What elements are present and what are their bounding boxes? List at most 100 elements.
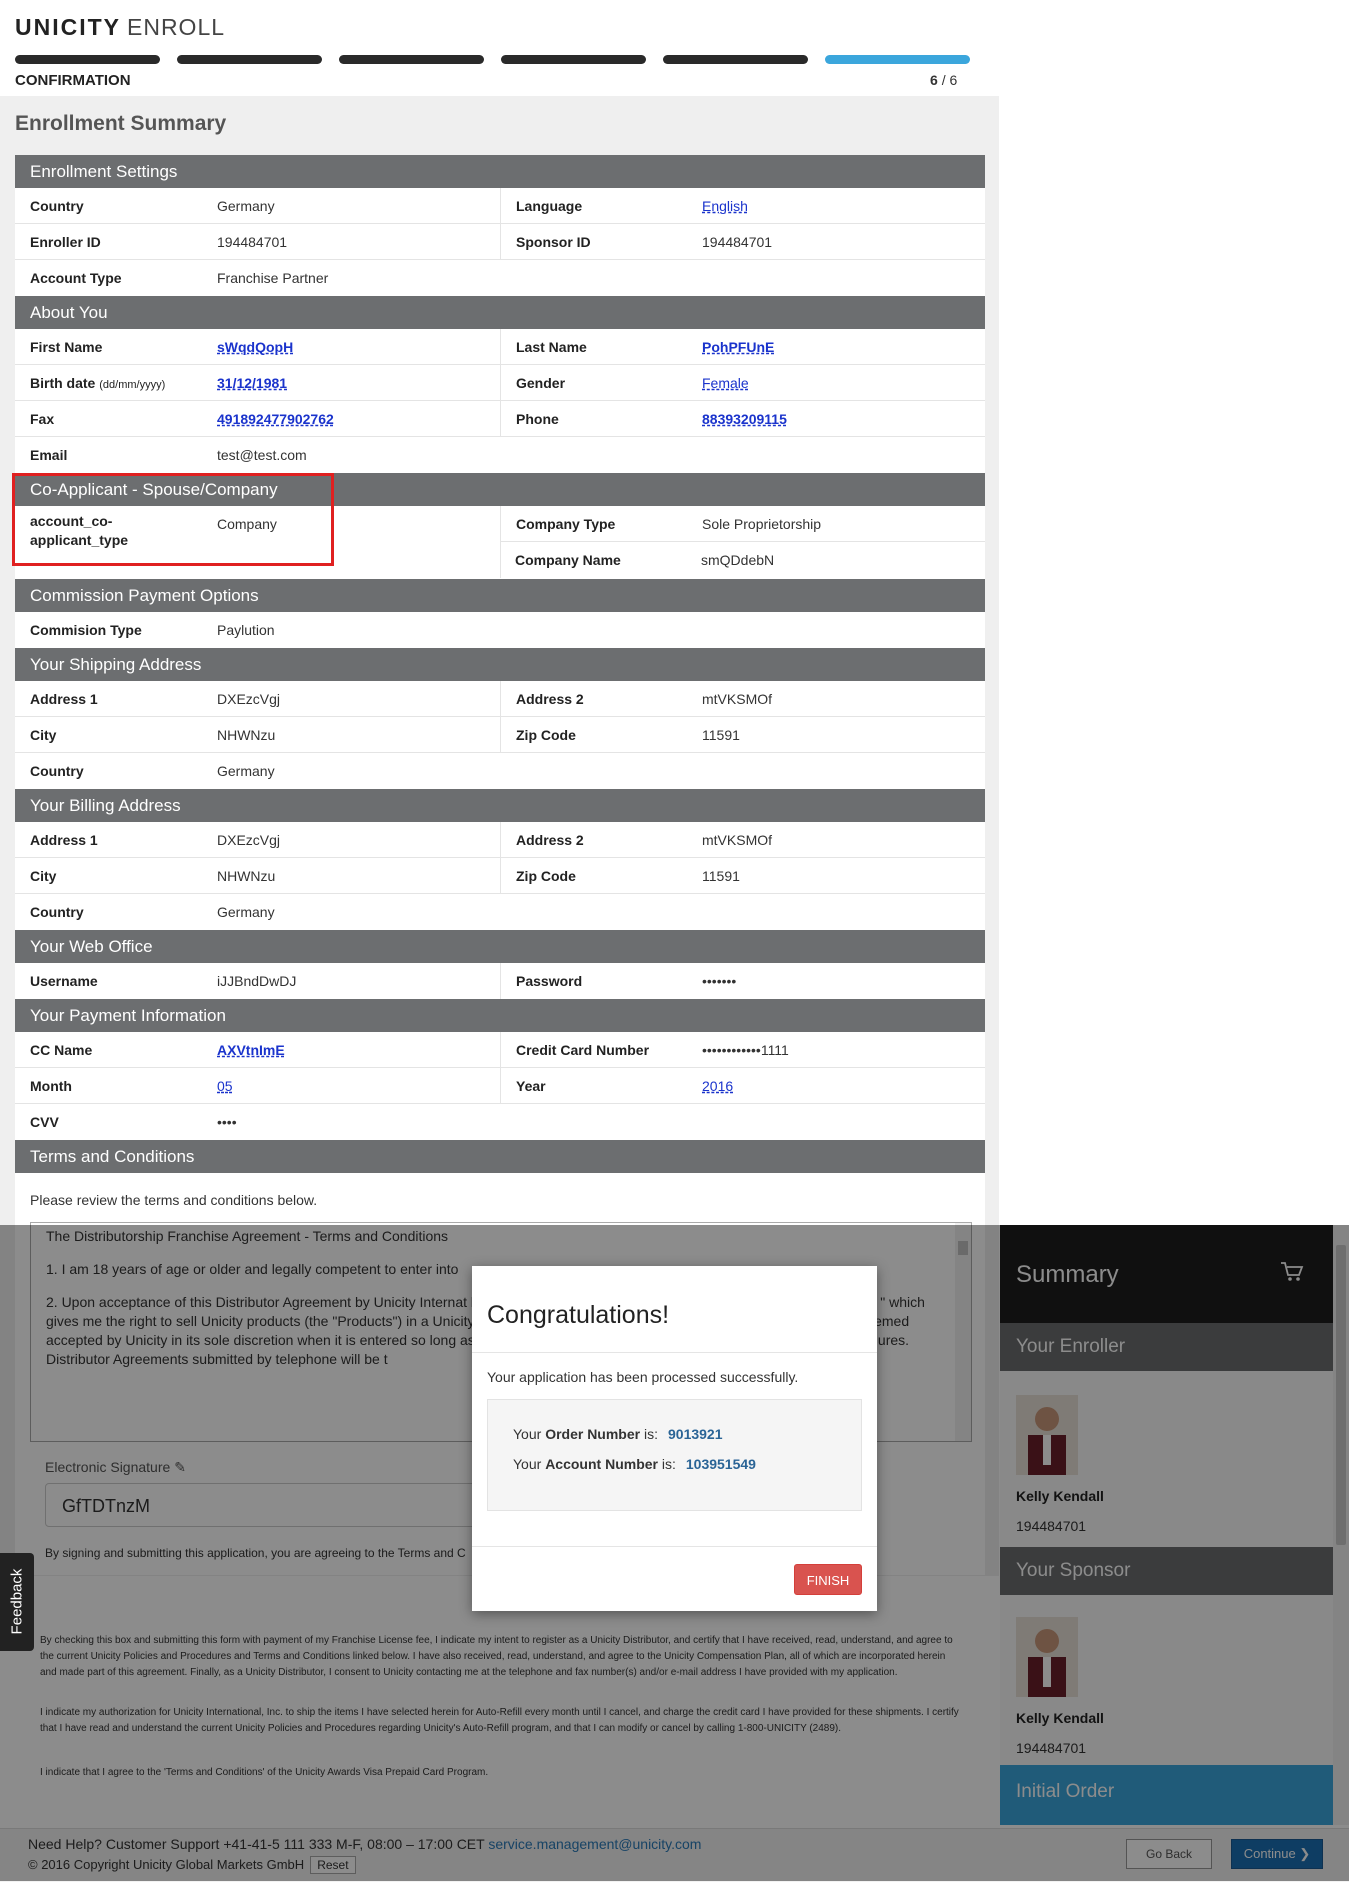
cc-name-label: CC Name <box>30 1042 93 1058</box>
table-row: City NHWNzu Zip Code 11591 <box>15 858 985 894</box>
year-label: Year <box>516 1078 546 1094</box>
gender-link[interactable]: Female <box>702 365 749 401</box>
progress-step-4 <box>501 55 646 64</box>
order-details: Your Order Number is: 9013921 Your Accoun… <box>487 1399 862 1511</box>
billing-zip-value: 11591 <box>702 868 740 884</box>
table-row: City NHWNzu Zip Code 11591 <box>15 717 985 753</box>
table-row: Country Germany <box>15 753 985 789</box>
order-number-line: Your Order Number is: 9013921 <box>513 1426 723 1442</box>
company-type-value: Sole Proprietorship <box>702 516 822 532</box>
section-terms: Terms and Conditions <box>15 1140 985 1173</box>
company-name-value: smQDdebN <box>701 552 775 568</box>
progress-step-2 <box>177 55 322 64</box>
feedback-tab[interactable]: Feedback <box>0 1553 34 1651</box>
step-count: 6 / 6 <box>930 72 958 88</box>
username-label: Username <box>30 973 98 989</box>
table-row: Email test@test.com <box>15 437 985 473</box>
billing-address2-value: mtVKSMOf <box>702 832 773 848</box>
section-enrollment-settings: Enrollment Settings <box>15 155 985 188</box>
progress-bar <box>15 55 970 64</box>
shipping-zip-label: Zip Code <box>516 727 576 743</box>
cvv-value: •••• <box>217 1114 237 1130</box>
first-name-label: First Name <box>30 339 103 355</box>
modal-message: Your application has been processed succ… <box>487 1369 799 1385</box>
table-row: Commision Type Paylution <box>15 612 985 648</box>
section-commission: Commission Payment Options <box>15 579 985 612</box>
enroller-id-label: Enroller ID <box>30 234 101 250</box>
password-value: ••••••• <box>702 973 737 989</box>
sponsor-id-label: Sponsor ID <box>516 234 591 250</box>
shipping-address2-value: mtVKSMOf <box>702 691 773 707</box>
account-type-value: Franchise Partner <box>217 270 329 286</box>
email-value: test@test.com <box>217 447 307 463</box>
shipping-address2-label: Address 2 <box>516 691 584 707</box>
logo: UNICITY ENROLL <box>15 14 225 41</box>
table-row: Country Germany <box>15 894 985 930</box>
billing-address2-label: Address 2 <box>516 832 584 848</box>
last-name-link[interactable]: PohPFUnE <box>702 329 774 365</box>
table-row: CVV •••• <box>15 1104 985 1140</box>
account-type-label: Account Type <box>30 270 122 286</box>
country-value: Germany <box>217 198 275 214</box>
commission-type-value: Paylution <box>217 622 275 638</box>
order-number: 9013921 <box>668 1426 723 1442</box>
cc-number-label: Credit Card Number <box>516 1042 650 1058</box>
month-label: Month <box>30 1078 72 1094</box>
email-label: Email <box>30 447 68 463</box>
highlight-box <box>12 473 334 566</box>
last-name-label: Last Name <box>516 339 587 355</box>
account-number: 103951549 <box>685 1456 756 1472</box>
first-name-link[interactable]: sWqdQopH <box>217 329 293 365</box>
enroller-id-value: 194484701 <box>217 234 288 250</box>
billing-address1-value: DXEzcVgj <box>217 832 281 848</box>
shipping-country-label: Country <box>30 763 84 779</box>
billing-country-value: Germany <box>217 904 275 920</box>
brand-name: UNICITY <box>15 14 121 40</box>
step-label: CONFIRMATION <box>15 72 131 89</box>
progress-step-6 <box>825 55 970 64</box>
phone-label: Phone <box>516 411 559 427</box>
shipping-country-value: Germany <box>217 763 275 779</box>
cc-name-link[interactable]: AXVtnImE <box>217 1032 285 1068</box>
shipping-zip-value: 11591 <box>702 727 740 743</box>
language-link[interactable]: English <box>702 188 748 224</box>
cvv-label: CVV <box>30 1114 59 1130</box>
progress-step-3 <box>339 55 484 64</box>
company-name-label: Company Name <box>515 552 621 568</box>
table-row: CC Name AXVtnImE Credit Card Number ••••… <box>15 1032 985 1068</box>
finish-button[interactable]: FINISH <box>794 1564 862 1595</box>
year-link[interactable]: 2016 <box>702 1068 733 1104</box>
phone-link[interactable]: 88393209115 <box>702 401 787 437</box>
fax-link[interactable]: 491892477902762 <box>217 401 334 437</box>
section-billing-address: Your Billing Address <box>15 789 985 822</box>
billing-city-value: NHWNzu <box>217 868 276 884</box>
birth-date-link[interactable]: 31/12/1981 <box>217 365 287 401</box>
section-about-you: About You <box>15 296 985 329</box>
table-row: Birth date (dd/mm/yyyy) 31/12/1981 Gende… <box>15 365 985 401</box>
progress-step-5 <box>663 55 808 64</box>
shipping-city-label: City <box>30 727 57 743</box>
country-label: Country <box>30 198 84 214</box>
billing-zip-label: Zip Code <box>516 868 576 884</box>
company-type-label: Company Type <box>516 516 616 532</box>
table-row: Account Type Franchise Partner <box>15 260 985 296</box>
account-number-line: Your Account Number is: 103951549 <box>513 1456 756 1472</box>
fax-label: Fax <box>30 411 55 427</box>
birth-date-label: Birth date (dd/mm/yyyy) <box>30 375 166 391</box>
table-row: Month 05 Year 2016 <box>15 1068 985 1104</box>
shipping-address1-label: Address 1 <box>30 691 98 707</box>
table-row: Fax 491892477902762 Phone 88393209115 <box>15 401 985 437</box>
table-row: Enroller ID 194484701 Sponsor ID 1944847… <box>15 224 985 260</box>
table-row: First Name sWqdQopH Last Name PohPFUnE <box>15 329 985 365</box>
shipping-city-value: NHWNzu <box>217 727 276 743</box>
language-label: Language <box>516 198 583 214</box>
progress-step-1 <box>15 55 160 64</box>
billing-address1-label: Address 1 <box>30 832 98 848</box>
month-link[interactable]: 05 <box>217 1068 233 1104</box>
congratulations-modal: Congratulations! Your application has be… <box>472 1266 877 1611</box>
section-web-office: Your Web Office <box>15 930 985 963</box>
table-row: Address 1 DXEzcVgj Address 2 mtVKSMOf <box>15 822 985 858</box>
table-row: Username iJJBndDwDJ Password ••••••• <box>15 963 985 999</box>
table-row: Country Germany Language English <box>15 188 985 224</box>
page-title: Enrollment Summary <box>15 112 227 135</box>
